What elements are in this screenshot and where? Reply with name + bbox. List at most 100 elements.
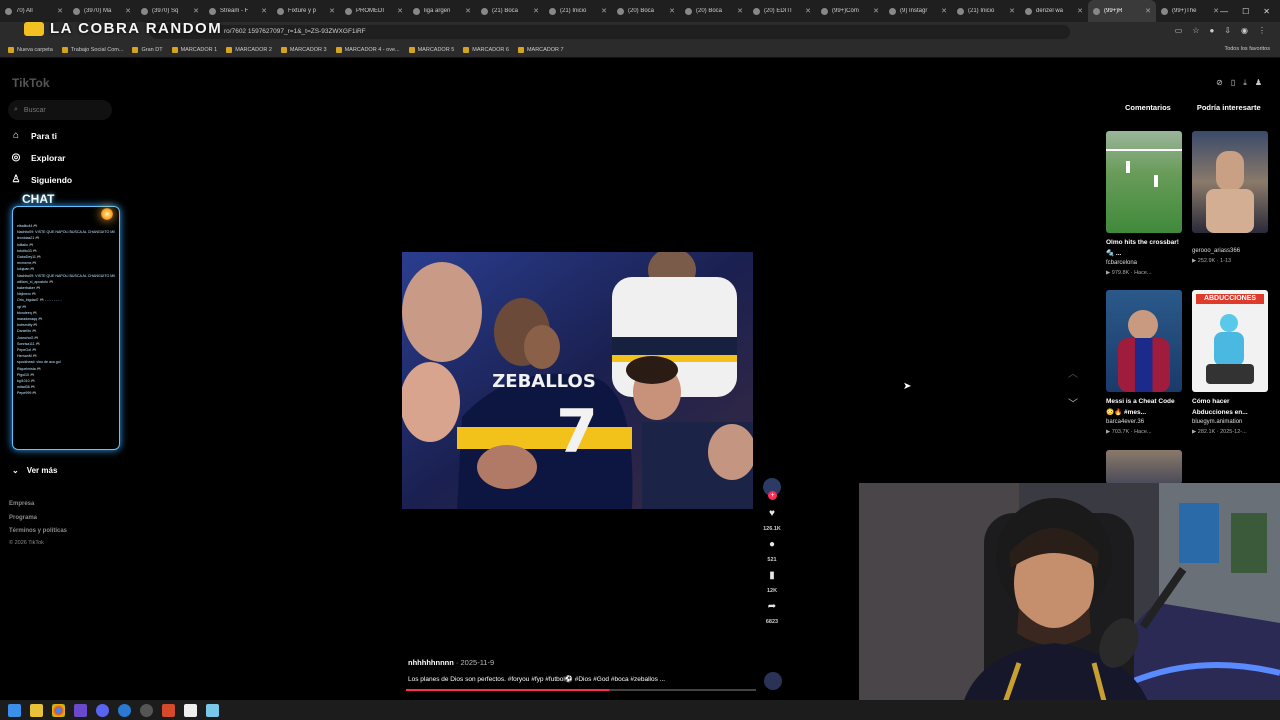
follow-plus-icon[interactable]: + [768,491,777,500]
music-disc-icon[interactable] [764,672,782,690]
video-player[interactable]: ZEBALLOS 7 [402,252,753,509]
browser-tab[interactable]: (9) Instagr ✕ [884,0,952,22]
cast-icon[interactable]: ▭ [1175,26,1183,35]
bookmark-item[interactable]: MARCADOR 2 [226,46,272,53]
menu-icon[interactable]: ⋮ [1258,26,1266,35]
app-grid-icon[interactable] [74,703,87,717]
recommended-card[interactable]: Olmo hits the crossbar! 🔩 ... fcbarcelon… [1106,131,1182,278]
tab-comentarios[interactable]: Comentarios [1125,103,1171,112]
nav-item-para-ti[interactable]: ⌂ Para ti [10,130,120,141]
video-progress-bar[interactable] [406,689,756,691]
close-tab-icon[interactable]: ✕ [1009,7,1015,15]
bookmark-item[interactable]: Trabajo Social Com... [61,46,123,53]
author-avatar[interactable]: + [763,478,781,500]
browser-tab[interactable]: (99+)R ✕ [1088,0,1156,22]
bookmark-star-icon[interactable]: ☆ [1192,26,1199,35]
coin-icon[interactable]: ⊘ [1216,78,1223,88]
close-tab-icon[interactable]: ✕ [601,7,607,15]
bookmark-item[interactable]: MARCADOR 3 [280,46,327,53]
close-tab-icon[interactable]: ✕ [873,7,879,15]
browser-tab[interactable]: (20) EDITI ✕ [748,0,816,22]
save-button[interactable]: ▮ 12K [767,570,777,594]
close-tab-icon[interactable]: ✕ [329,7,335,15]
download-icon[interactable]: ⤓ [1243,78,1247,88]
tiktok-logo[interactable]: TikTok [12,76,50,90]
windows-start-icon[interactable] [8,703,21,717]
bookmark-item[interactable]: MARCADOR 4 - ove... [335,46,400,53]
close-tab-icon[interactable]: ✕ [57,7,63,15]
close-tab-icon[interactable]: ✕ [125,7,131,15]
video-description[interactable]: Los planes de Dios son perfectos. #foryo… [408,675,665,683]
browser-tab[interactable]: Fixture y p ✕ [272,0,340,22]
footer-link-programa[interactable]: Programa [9,512,67,526]
recommended-card[interactable]: ABDUCCIONES Cómo hacer Abducciones en...… [1192,290,1268,437]
bookmark-item[interactable]: MARCADOR 1 [171,46,217,53]
app-icon[interactable] [118,703,131,717]
close-tab-icon[interactable]: ✕ [941,7,947,15]
minimize-icon[interactable]: — [1220,7,1228,16]
close-tab-icon[interactable]: ✕ [261,7,267,15]
nav-item-explorar[interactable]: ◎ Explorar [10,152,120,163]
bookmark-item[interactable]: Gran DT [132,46,163,53]
bookmark-item[interactable]: Nueva carpeta [8,46,53,53]
all-bookmarks[interactable]: Todos los favoritos [1224,46,1270,52]
bookmark-item[interactable]: MARCADOR 5 [408,46,454,53]
close-tab-icon[interactable]: ✕ [737,7,743,15]
recommended-card[interactable]: gerooo_ariass366 ▶ 252.9K · 1-13 [1192,131,1268,266]
browser-tab[interactable]: denzel wa ✕ [1020,0,1088,22]
obs-icon[interactable] [140,703,153,717]
chevron-up-icon[interactable]: ︿ [1068,360,1078,390]
recommended-card[interactable] [1106,450,1182,484]
browser-tab[interactable]: (99+)Cóm ✕ [816,0,884,22]
close-tab-icon[interactable]: ✕ [193,7,199,15]
downloads-icon[interactable]: ⇩ [1224,26,1231,35]
browser-tab[interactable]: (21) Inicio ✕ [952,0,1020,22]
close-tab-icon[interactable]: ✕ [533,7,539,15]
browser-tab[interactable]: (3970) Sq ✕ [136,0,204,22]
browser-tab[interactable]: (21) Inicio ✕ [544,0,612,22]
browser-tab[interactable]: (3970) Ma ✕ [68,0,136,22]
footer-link-empresa[interactable]: Empresa [9,498,67,512]
close-tab-icon[interactable]: ✕ [1077,7,1083,15]
phone-icon[interactable]: ▯ [1231,78,1235,88]
file-explorer-icon[interactable] [30,703,43,717]
arrow-app-icon[interactable] [162,703,175,717]
browser-tab[interactable]: liga argen ✕ [408,0,476,22]
chrome-icon[interactable] [52,703,65,717]
card-author[interactable]: barca4ever.36 [1106,418,1182,427]
browser-tab[interactable]: (20) Boca ✕ [680,0,748,22]
bookmark-item[interactable]: MARCADOR 6 [463,46,509,53]
browser-tab[interactable]: Stream - F ✕ [204,0,272,22]
nav-item-siguiendo[interactable]: ♙ Siguiendo [10,174,120,185]
card-author[interactable]: fcbarcelona [1106,259,1182,268]
extension-icon[interactable]: ● [1209,26,1214,35]
chevron-down-icon[interactable]: ﹀ [1068,390,1078,420]
close-tab-icon[interactable]: ✕ [669,7,675,15]
maximize-icon[interactable]: ☐ [1242,7,1249,16]
capture-app-icon[interactable] [184,703,197,717]
browser-tab[interactable]: (99+)The ✕ [1156,0,1224,22]
ver-mas-button[interactable]: ⌄ Ver más [12,466,57,475]
close-window-icon[interactable]: ✕ [1263,7,1270,16]
card-author[interactable]: gerooo_ariass366 [1192,247,1268,256]
close-tab-icon[interactable]: ✕ [397,7,403,15]
tab-podria-interesarte[interactable]: Podría interesarte [1197,103,1261,112]
card-author[interactable]: bluegym.animation [1192,418,1268,427]
share-button[interactable]: ➦ 6823 [766,601,778,625]
close-tab-icon[interactable]: ✕ [1145,7,1151,15]
search-input[interactable]: ⌕ Buscar [8,100,112,120]
footer-link-terminos[interactable]: Términos y políticas [9,525,67,539]
bookmark-item[interactable]: MARCADOR 7 [517,46,564,53]
notes-app-icon[interactable] [206,703,219,717]
close-tab-icon[interactable]: ✕ [805,7,811,15]
browser-tab[interactable]: (21) Boca ✕ [476,0,544,22]
recommended-card[interactable]: Messi is a Cheat Code 😳🔥 #mes... barca4e… [1106,290,1182,437]
browser-tab[interactable]: PROMEDI ✕ [340,0,408,22]
browser-tab[interactable]: (20) Boca ✕ [612,0,680,22]
close-tab-icon[interactable]: ✕ [465,7,471,15]
video-author[interactable]: nhhhhhnnnn [408,658,454,667]
url-field[interactable]: ro/7602 1597627097_r=1&_t=ZS-93ZWXGF1iRF [150,25,1070,39]
discord-icon[interactable] [96,703,109,717]
user-avatar-icon[interactable]: ♟ [1255,78,1262,88]
browser-tab[interactable]: 70) All ✕ [0,0,68,22]
